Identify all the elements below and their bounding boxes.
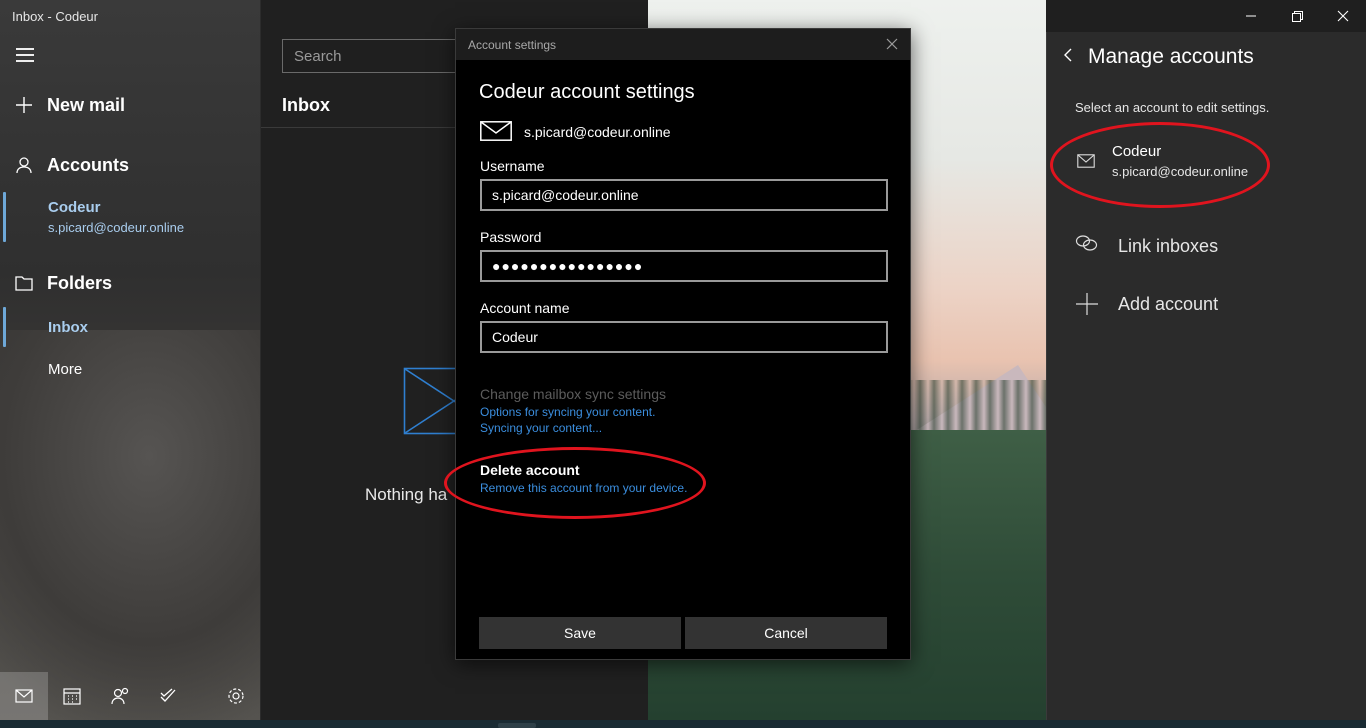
manage-account-item[interactable]: Codeur s.picard@codeur.online bbox=[1047, 134, 1366, 186]
window-title: Inbox - Codeur bbox=[12, 9, 98, 24]
add-account-button[interactable]: Add account bbox=[1047, 284, 1366, 324]
mail-icon bbox=[1077, 154, 1095, 173]
dialog-header-title: Account settings bbox=[468, 38, 557, 52]
link-inboxes-button[interactable]: Link inboxes bbox=[1047, 226, 1366, 266]
syncing-status-link[interactable]: Syncing your content... bbox=[480, 421, 602, 435]
nav-account-email: s.picard@codeur.online bbox=[48, 220, 185, 235]
username-field[interactable]: s.picard@codeur.online bbox=[480, 179, 888, 211]
folder-more[interactable]: More bbox=[48, 361, 82, 378]
account-name-label: Account name bbox=[480, 300, 570, 316]
accounts-label: Accounts bbox=[47, 154, 130, 175]
settings-icon[interactable] bbox=[212, 672, 260, 720]
taskbar-item[interactable] bbox=[498, 723, 536, 728]
taskbar bbox=[0, 720, 1366, 728]
empty-inbox-icon bbox=[403, 367, 474, 442]
account-settings-dialog: Account settings Codeur account settings… bbox=[455, 28, 911, 660]
add-account-label: Add account bbox=[1118, 294, 1219, 314]
minimize-button[interactable] bbox=[1228, 0, 1274, 32]
calendar-icon[interactable] bbox=[48, 672, 96, 720]
person-icon bbox=[14, 155, 34, 175]
folder-inbox[interactable]: Inbox bbox=[48, 319, 88, 336]
new-mail-button[interactable]: New mail bbox=[0, 92, 260, 118]
dialog-title: Codeur account settings bbox=[479, 81, 695, 103]
search-input[interactable]: Search bbox=[282, 39, 462, 73]
manage-accounts-hint: Select an account to edit settings. bbox=[1075, 100, 1270, 115]
manage-accounts-pane: Manage accounts Select an account to edi… bbox=[1046, 32, 1366, 720]
folders-label: Folders bbox=[47, 272, 113, 293]
restore-button[interactable] bbox=[1274, 0, 1320, 32]
close-window-button[interactable] bbox=[1320, 0, 1366, 32]
account-selection-indicator bbox=[3, 192, 6, 242]
plus-icon bbox=[1075, 292, 1099, 321]
sync-settings-title: Change mailbox sync settings bbox=[480, 386, 666, 402]
people-icon[interactable] bbox=[96, 672, 144, 720]
empty-inbox-text: Nothing ha bbox=[365, 485, 448, 504]
delete-account-title[interactable]: Delete account bbox=[480, 462, 580, 478]
todo-icon[interactable] bbox=[144, 672, 192, 720]
back-arrow-icon[interactable] bbox=[1061, 47, 1077, 63]
background-mountain bbox=[0, 330, 260, 720]
delete-account-link[interactable]: Remove this account from your device. bbox=[480, 481, 687, 495]
bottom-app-bar bbox=[0, 672, 260, 720]
link-inboxes-label: Link inboxes bbox=[1118, 236, 1219, 256]
nav-account-name: Codeur bbox=[48, 199, 101, 216]
account-name-field[interactable]: Codeur bbox=[480, 321, 888, 353]
save-button[interactable]: Save bbox=[479, 617, 681, 649]
link-icon bbox=[1075, 234, 1099, 257]
manage-account-name: Codeur bbox=[1112, 143, 1162, 160]
username-label: Username bbox=[480, 158, 545, 174]
inbox-selection-indicator bbox=[3, 307, 6, 347]
folder-title: Inbox bbox=[282, 95, 330, 115]
hamburger-menu-icon[interactable] bbox=[16, 48, 34, 62]
navigation-pane: Inbox - Codeur New mail Accounts Codeur … bbox=[0, 0, 260, 720]
manage-accounts-title: Manage accounts bbox=[1088, 45, 1254, 68]
new-mail-label: New mail bbox=[47, 94, 126, 115]
plus-icon bbox=[14, 95, 34, 115]
sync-options-link[interactable]: Options for syncing your content. bbox=[480, 405, 655, 419]
manage-account-email: s.picard@codeur.online bbox=[1112, 164, 1249, 179]
envelope-icon bbox=[480, 121, 512, 146]
folders-button[interactable]: Folders bbox=[0, 270, 260, 296]
accounts-button[interactable]: Accounts bbox=[0, 152, 260, 178]
cancel-button[interactable]: Cancel bbox=[685, 617, 887, 649]
dialog-account-email: s.picard@codeur.online bbox=[524, 124, 671, 140]
dialog-header: Account settings bbox=[456, 29, 910, 60]
search-placeholder: Search bbox=[294, 48, 342, 65]
close-icon[interactable] bbox=[884, 36, 900, 52]
password-label: Password bbox=[480, 229, 542, 245]
folder-icon bbox=[14, 273, 34, 293]
mail-icon[interactable] bbox=[0, 672, 48, 720]
password-field[interactable]: ●●●●●●●●●●●●●●●● bbox=[480, 250, 888, 282]
